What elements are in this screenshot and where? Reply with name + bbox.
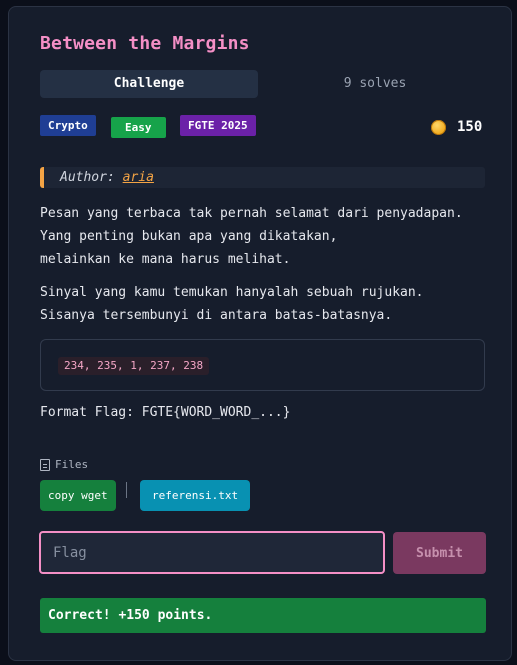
inline-code: 234, 235, 1, 237, 238: [58, 357, 210, 375]
points-value: 150: [457, 119, 483, 135]
challenge-modal: Between the Margins Challenge 9 solves C…: [8, 6, 512, 661]
submit-button[interactable]: Submit: [393, 532, 486, 574]
file-icon: [40, 458, 50, 471]
event-badge: FGTE 2025: [180, 115, 256, 136]
description-line: Sinyal yang kamu temukan hanyalah sebuah…: [40, 285, 424, 300]
flag-input[interactable]: [39, 531, 385, 574]
coin-icon: [431, 119, 446, 135]
tab-solves[interactable]: 9 solves: [292, 70, 458, 98]
tab-challenge[interactable]: Challenge: [40, 70, 258, 98]
code-block: 234, 235, 1, 237, 238: [40, 339, 485, 391]
description-line: Pesan yang terbaca tak pernah selamat da…: [40, 206, 463, 221]
challenge-title: Between the Margins: [40, 33, 250, 54]
result-message: Correct! +150 points.: [40, 598, 486, 633]
author-link[interactable]: aria: [123, 170, 154, 185]
files-heading: Files: [40, 458, 88, 471]
description-paragraph-2: Sinyal yang kamu temukan hanyalah sebuah…: [40, 281, 424, 327]
flag-format-text: Format Flag: FGTE{WORD_WORD_...}: [40, 405, 291, 420]
difficulty-badge: Easy: [111, 117, 166, 138]
file-download-referensi[interactable]: referensi.txt: [140, 480, 251, 511]
files-label: Files: [55, 458, 89, 471]
file-separator: [126, 482, 127, 498]
copy-wget-button[interactable]: copy wget: [40, 480, 116, 511]
category-badge: Crypto: [40, 115, 96, 136]
description-paragraph-1: Pesan yang terbaca tak pernah selamat da…: [40, 202, 463, 271]
description-line: Yang penting bukan apa yang dikatakan,: [40, 229, 338, 244]
author-callout: Author: aria: [40, 167, 485, 188]
points-display: 150: [431, 117, 482, 137]
description-line: Sisanya tersembunyi di antara batas-bata…: [40, 308, 393, 323]
description-line: melainkan ke mana harus melihat.: [40, 252, 291, 267]
author-label: Author:: [60, 170, 115, 185]
